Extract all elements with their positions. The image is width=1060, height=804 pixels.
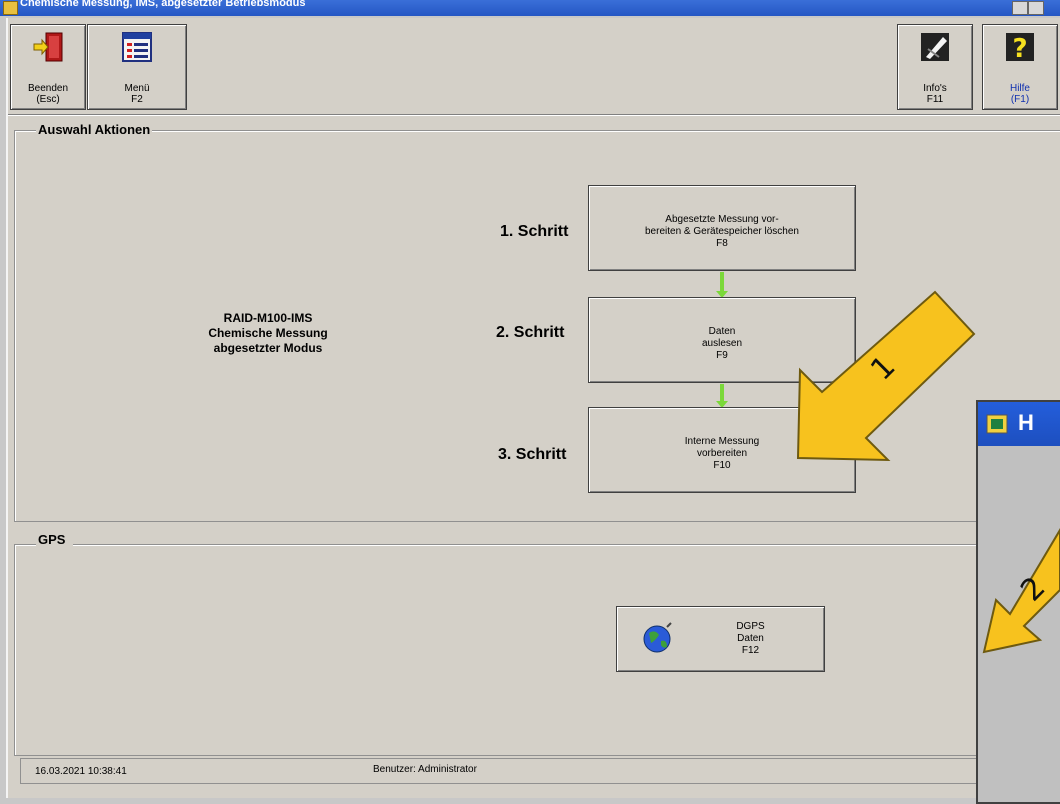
annotation-layer: 1 2 xyxy=(796,290,1060,654)
annotation-arrow-2: 2 xyxy=(982,528,1060,654)
annotation-arrow-1: 1 xyxy=(796,290,976,462)
